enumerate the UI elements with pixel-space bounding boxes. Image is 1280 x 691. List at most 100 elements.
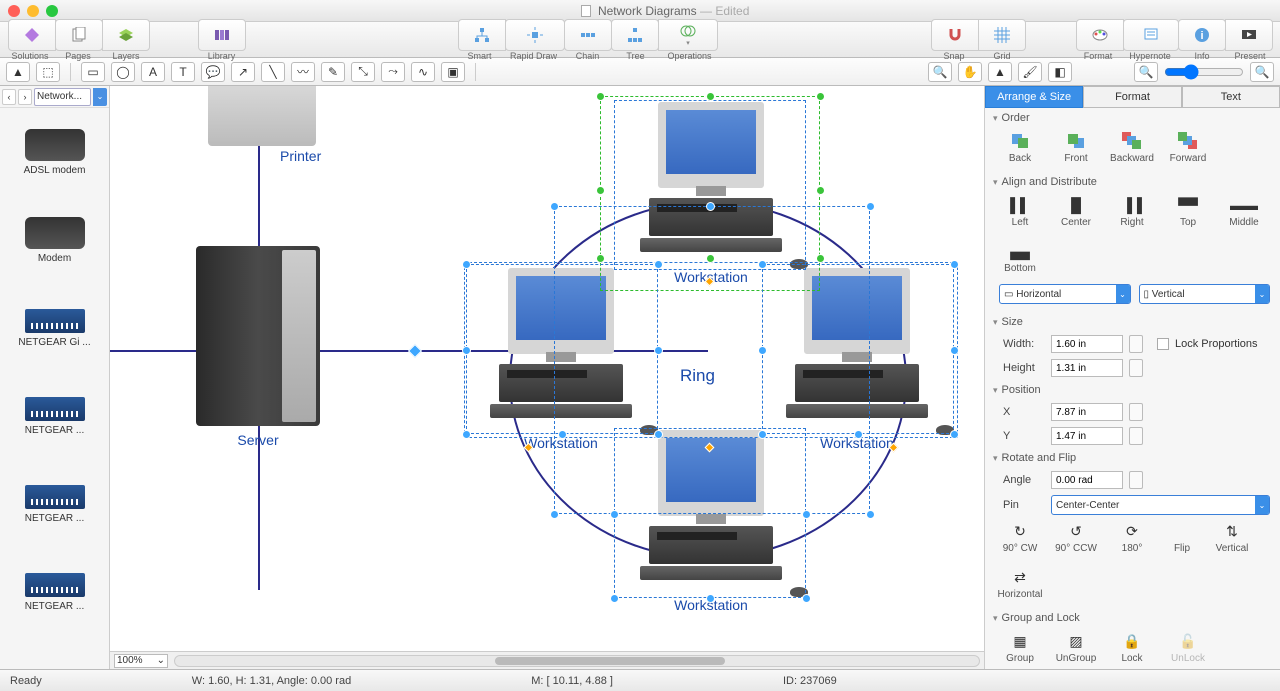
pen-tool[interactable]: ✎ [321,62,345,82]
tab-arrange[interactable]: Arrange & Size [985,86,1083,108]
section-size[interactable]: Size [985,312,1280,332]
selection-handle[interactable] [596,92,605,101]
library-dropdown-icon[interactable]: ⌄ [93,88,107,106]
library-back-button[interactable]: ‹ [2,89,16,105]
section-order[interactable]: Order [985,108,1280,128]
flip-vertical-button[interactable]: ⇅Vertical [1211,522,1253,554]
server-shape[interactable]: Server [196,246,320,448]
callout-tool[interactable]: 💬 [201,62,225,82]
zoom-slider[interactable] [1164,64,1244,80]
order-backward-button[interactable]: Backward [1111,132,1153,164]
ungroup-button[interactable]: ▨UnGroup [1055,632,1097,664]
lock-proportions-checkbox[interactable] [1157,338,1169,350]
curve-tool[interactable]: 〰 [291,62,315,82]
pointer-tool[interactable]: ▲ [6,62,30,82]
zoom-in-button[interactable]: 🔍 [1250,62,1274,82]
spline-tool[interactable]: ∿ [411,62,435,82]
height-input[interactable] [1051,359,1123,377]
align-left-button[interactable]: ▌▌Left [999,196,1041,228]
rapid-draw-button[interactable] [505,19,565,51]
selection-handle[interactable] [802,510,811,519]
y-input[interactable] [1051,427,1123,445]
x-stepper[interactable] [1129,403,1143,421]
width-stepper[interactable] [1129,335,1143,353]
angle-input[interactable] [1051,471,1123,489]
align-bottom-button[interactable]: ▄▄Bottom [999,242,1041,274]
library-selector[interactable]: Network... [34,88,91,106]
library-button[interactable] [198,19,246,51]
zoom-combo[interactable]: 100%⌄ [114,654,168,668]
selection-handle[interactable] [816,186,825,195]
section-rotate[interactable]: Rotate and Flip [985,448,1280,468]
section-group[interactable]: Group and Lock [985,608,1280,628]
text-tool[interactable]: A [141,62,165,82]
pin-select[interactable]: Center-Center⌄ [1051,495,1270,515]
hand-tool[interactable]: ✋ [958,62,982,82]
align-top-button[interactable]: ▀▀Top [1167,196,1209,228]
rectangle-tool[interactable]: ▭ [81,62,105,82]
distribute-vertical-select[interactable]: ▯ Vertical⌄ [1139,284,1271,304]
horizontal-scrollbar[interactable] [174,655,980,667]
align-right-button[interactable]: ▐▐Right [1111,196,1153,228]
eraser-tool[interactable]: ◧ [1048,62,1072,82]
hypernote-button[interactable] [1123,19,1179,51]
printer-shape[interactable] [208,86,316,146]
connector-tool[interactable]: ⤡ [351,62,375,82]
close-window-button[interactable] [8,5,20,17]
rotate-ccw-button[interactable]: ↺90° CCW [1055,522,1097,554]
selection-handle[interactable] [462,430,471,439]
line-tool[interactable]: ╲ [261,62,285,82]
tree-button[interactable] [611,19,659,51]
selection-handle[interactable] [550,510,559,519]
selection-handle[interactable] [596,254,605,263]
library-item[interactable]: NETGEAR Gi ... [0,284,109,372]
info-button[interactable]: i [1178,19,1226,51]
library-item[interactable]: Modem [0,196,109,284]
selection-handle[interactable] [610,594,619,603]
operations-button[interactable]: ▾ [658,19,718,51]
width-input[interactable] [1051,335,1123,353]
connector-handle[interactable] [408,344,422,358]
x-input[interactable] [1051,403,1123,421]
selection-handle[interactable] [462,260,471,269]
selection-handle[interactable] [854,430,863,439]
selection-handle[interactable] [758,346,767,355]
workstation-left[interactable]: Workstation [486,268,636,451]
canvas-area[interactable]: Printer Server Ring Workstation Workstat… [110,86,984,669]
selection-handle[interactable] [706,92,715,101]
selection-handle[interactable] [950,346,959,355]
library-forward-button[interactable]: › [18,89,32,105]
tab-format[interactable]: Format [1083,86,1181,108]
order-back-button[interactable]: Back [999,132,1041,164]
align-middle-button[interactable]: ▬▬Middle [1223,196,1265,228]
present-button[interactable] [1225,19,1273,51]
selection-handle[interactable] [802,594,811,603]
align-center-button[interactable]: ▐▌Center [1055,196,1097,228]
selection-handle[interactable] [610,510,619,519]
textbox-tool[interactable]: T [171,62,195,82]
rotate-180-button[interactable]: ⟳180° [1111,522,1153,554]
library-item[interactable]: ADSL modem [0,108,109,196]
snap-button[interactable] [931,19,979,51]
minimize-window-button[interactable] [27,5,39,17]
selection-handle[interactable] [758,430,767,439]
library-item[interactable]: NETGEAR ... [0,372,109,460]
format-button[interactable] [1076,19,1124,51]
pages-button[interactable] [55,19,103,51]
selection-handle[interactable] [950,260,959,269]
arrow-tool[interactable]: ↗ [231,62,255,82]
chain-button[interactable] [564,19,612,51]
selection-handle[interactable] [816,254,825,263]
bezier-tool[interactable]: ⤳ [381,62,405,82]
selection-handle[interactable] [706,202,715,211]
group-button[interactable]: ▦Group [999,632,1041,664]
rotate-cw-button[interactable]: ↻90° CW [999,522,1041,554]
selection-handle[interactable] [706,254,715,263]
selection-handle[interactable] [816,92,825,101]
selection-handle[interactable] [866,202,875,211]
solutions-button[interactable] [8,19,56,51]
tab-text[interactable]: Text [1182,86,1280,108]
library-item[interactable]: NETGEAR ... [0,460,109,548]
unlock-button[interactable]: 🔓UnLock [1167,632,1209,664]
selection-handle[interactable] [596,186,605,195]
